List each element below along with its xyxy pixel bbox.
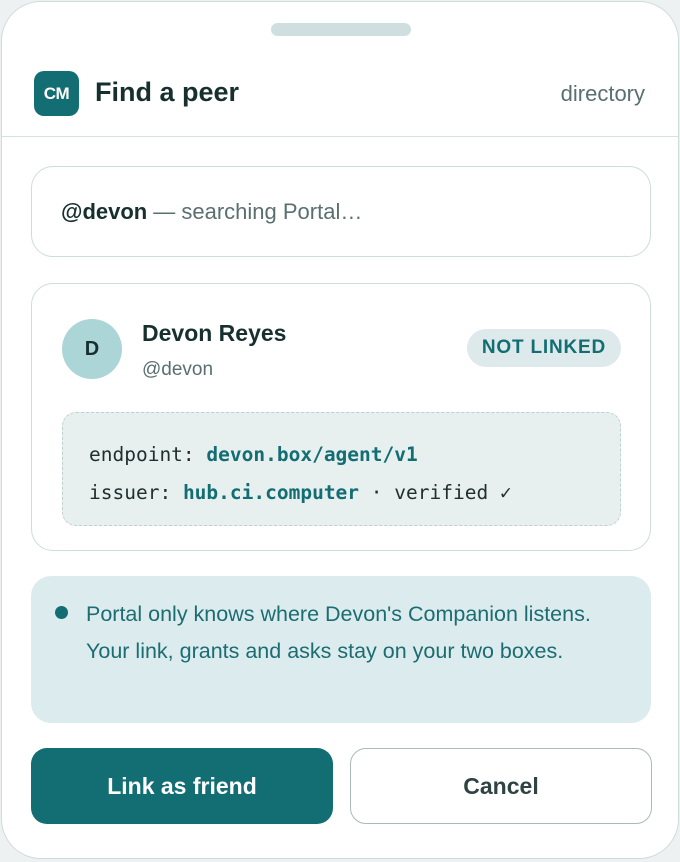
privacy-note: Portal only knows where Devon's Companio… (31, 576, 651, 723)
find-peer-sheet: CM Find a peer directory @devon — search… (1, 1, 679, 859)
endpoint-label: endpoint: (89, 443, 195, 466)
link-as-friend-button[interactable]: Link as friend (31, 748, 333, 824)
peer-card: D Devon Reyes @devon NOT LINKED endpoint… (31, 283, 651, 551)
peer-name: Devon Reyes (142, 320, 287, 346)
endpoint-value: devon.box/agent/v1 (206, 443, 418, 466)
endpoint-row: endpoint: devon.box/agent/v1 (89, 436, 594, 474)
peer-handle: @devon (142, 359, 214, 380)
directory-link[interactable]: directory (561, 81, 645, 107)
issuer-row: issuer: hub.ci.computer · verified ✓ (89, 474, 594, 512)
peer-endpoint-details: endpoint: devon.box/agent/v1 issuer: hub… (62, 412, 621, 526)
drag-handle[interactable] (271, 23, 411, 36)
search-field[interactable]: @devon — searching Portal… (31, 166, 651, 257)
bullet-dot-icon (55, 606, 68, 619)
page-title: Find a peer (95, 77, 240, 107)
issuer-value: hub.ci.computer (182, 481, 360, 504)
avatar: D (62, 319, 122, 379)
issuer-label: issuer: (89, 481, 172, 504)
search-query: @devon (61, 198, 148, 224)
cancel-button[interactable]: Cancel (350, 748, 652, 824)
privacy-note-text: Portal only knows where Devon's Companio… (86, 602, 591, 663)
verified-text: · verified ✓ (370, 481, 512, 504)
status-badge: NOT LINKED (466, 329, 621, 367)
sheet-header: CM Find a peer directory (2, 57, 678, 137)
app-logo: CM (34, 71, 79, 116)
search-status: — searching Portal… (153, 198, 363, 224)
